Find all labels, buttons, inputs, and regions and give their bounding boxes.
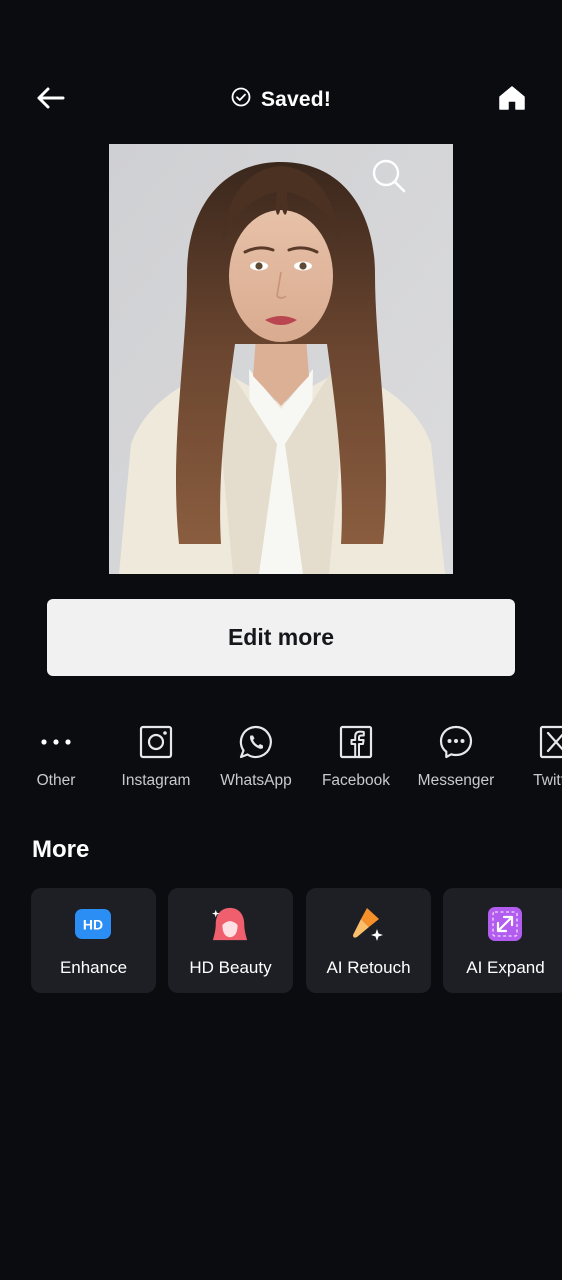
share-other[interactable]: Other bbox=[6, 718, 106, 790]
saved-status: Saved! bbox=[0, 82, 562, 118]
expand-arrows-icon bbox=[486, 905, 524, 943]
share-messenger[interactable]: Messenger bbox=[406, 718, 506, 790]
more-dots-icon bbox=[32, 718, 80, 766]
beauty-face-icon bbox=[211, 905, 249, 943]
portrait-image bbox=[109, 144, 453, 574]
home-icon bbox=[498, 85, 526, 116]
messenger-icon bbox=[432, 718, 480, 766]
share-twitter[interactable]: Twitter bbox=[506, 718, 562, 790]
share-facebook[interactable]: Facebook bbox=[306, 718, 406, 790]
tool-hd-beauty[interactable]: HD Beauty bbox=[168, 888, 293, 993]
share-label: WhatsApp bbox=[220, 772, 292, 789]
share-label: Messenger bbox=[417, 772, 495, 789]
tool-label: Enhance bbox=[59, 958, 128, 977]
tool-label: AI Expand bbox=[466, 958, 545, 977]
home-button[interactable] bbox=[492, 82, 532, 118]
hd-icon-text: HD bbox=[83, 917, 103, 933]
tool-label: HD Beauty bbox=[189, 958, 272, 977]
share-whatsapp[interactable]: WhatsApp bbox=[206, 718, 306, 790]
hd-icon: HD bbox=[74, 905, 112, 943]
more-section-title: More bbox=[32, 836, 90, 863]
share-row: Other Instagram WhatsApp Facebook Messen… bbox=[0, 718, 562, 808]
share-label: Other bbox=[36, 772, 76, 789]
zoom-button[interactable] bbox=[367, 156, 411, 200]
tool-label: AI Retouch bbox=[326, 958, 411, 977]
share-instagram[interactable]: Instagram bbox=[106, 718, 206, 790]
edit-more-button[interactable]: Edit more bbox=[47, 599, 515, 676]
top-bar: Saved! bbox=[0, 68, 562, 132]
tool-enhance[interactable]: HD Enhance bbox=[31, 888, 156, 993]
saved-status-text: Saved! bbox=[260, 88, 332, 111]
facebook-icon bbox=[332, 718, 380, 766]
tool-ai-expand[interactable]: AI Expand bbox=[443, 888, 562, 993]
check-circle-icon bbox=[231, 87, 251, 113]
share-label: Instagram bbox=[121, 772, 191, 789]
photo-preview[interactable] bbox=[109, 144, 453, 574]
share-label: Twitter bbox=[533, 772, 562, 789]
magnifier-icon bbox=[370, 157, 408, 200]
brush-sparkle-icon bbox=[349, 905, 387, 943]
share-label: Facebook bbox=[321, 772, 391, 789]
whatsapp-icon bbox=[232, 718, 280, 766]
x-twitter-icon bbox=[532, 718, 562, 766]
instagram-icon bbox=[132, 718, 180, 766]
tool-ai-retouch[interactable]: AI Retouch bbox=[306, 888, 431, 993]
more-tools-row: HD Enhance HD Beauty AI Retouch AI Expan… bbox=[0, 888, 562, 994]
